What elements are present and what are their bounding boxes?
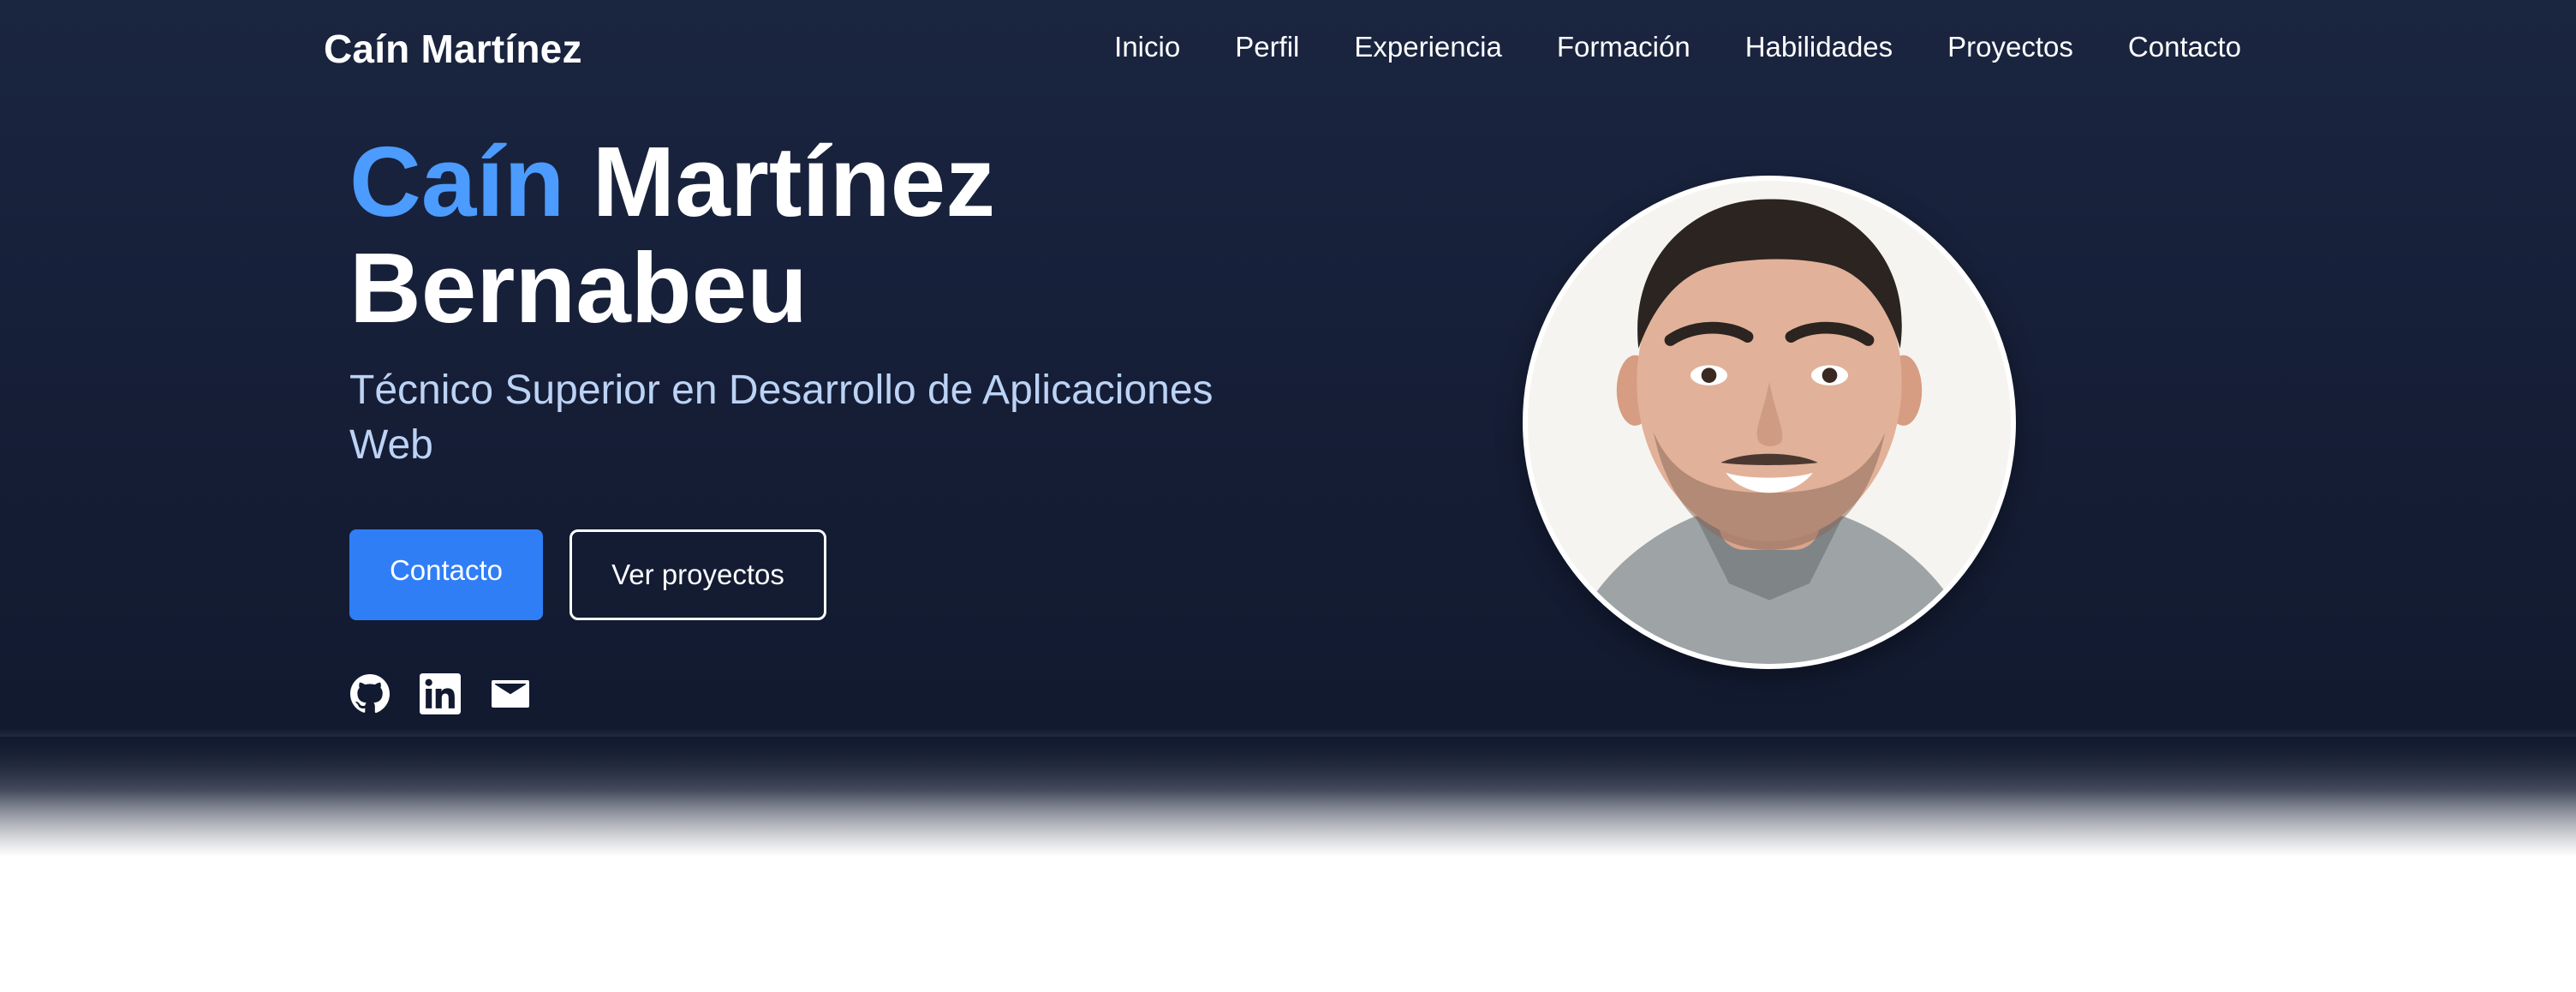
linkedin-link[interactable] <box>420 673 461 714</box>
nav-link-inicio[interactable]: Inicio <box>1114 31 1180 63</box>
github-link[interactable] <box>349 673 391 714</box>
nav-link-habilidades[interactable]: Habilidades <box>1745 31 1893 63</box>
hero-title: Caín Martínez Bernabeu <box>349 128 995 341</box>
hero-name-rest: Martínez <box>592 126 996 237</box>
social-links <box>349 673 531 714</box>
profile-portrait-icon <box>1528 181 2011 664</box>
nav-link-proyectos[interactable]: Proyectos <box>1947 31 2073 63</box>
hero-name-last: Bernabeu <box>349 232 808 344</box>
view-projects-button[interactable]: Ver proyectos <box>569 529 826 620</box>
github-icon <box>350 674 390 714</box>
nav-link-formacion[interactable]: Formación <box>1557 31 1690 63</box>
brand-logo[interactable]: Caín Martínez <box>324 26 582 72</box>
nav-link-experiencia[interactable]: Experiencia <box>1354 31 1501 63</box>
navbar: Caín Martínez Inicio Perfil Experiencia … <box>0 0 2576 99</box>
mail-icon <box>492 680 529 708</box>
profile-photo <box>1523 176 2016 669</box>
linkedin-icon <box>420 673 461 714</box>
contact-button[interactable]: Contacto <box>349 529 543 620</box>
hero-subtitle: Técnico Superior en Desarrollo de Aplica… <box>349 368 1213 468</box>
hero-fade <box>0 737 2576 857</box>
email-link[interactable] <box>490 673 531 714</box>
nav-link-contacto[interactable]: Contacto <box>2128 31 2241 63</box>
nav-menu: Inicio Perfil Experiencia Formación Habi… <box>1114 31 2241 63</box>
nav-link-perfil[interactable]: Perfil <box>1235 31 1299 63</box>
hero-name-first: Caín <box>349 126 565 237</box>
